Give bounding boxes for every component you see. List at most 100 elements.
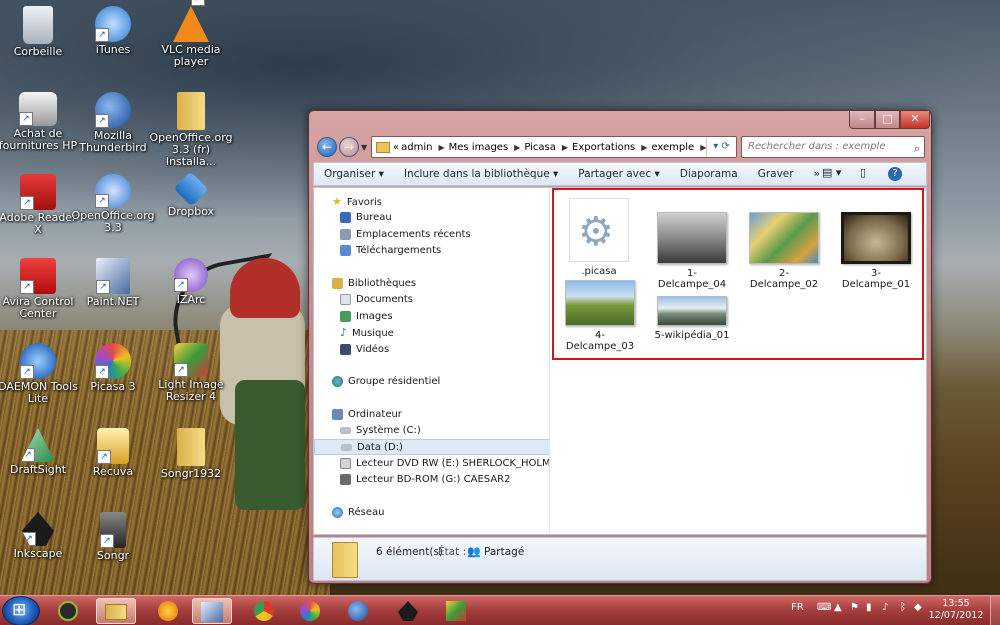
desktop-icon-thunderbird[interactable]: Mozilla Thunderbird	[70, 92, 156, 154]
desktop-icon-dropbox[interactable]: Dropbox	[148, 171, 234, 218]
slideshow-button[interactable]: Diaporama	[670, 168, 748, 180]
bluetooth-icon[interactable]: ᛒ	[900, 602, 906, 613]
file-item[interactable]: 3-Delcampe_01	[837, 212, 915, 290]
file-item[interactable]: .picasa	[560, 198, 638, 277]
volume-icon[interactable]: ♪	[882, 602, 888, 613]
desktop-icon-avira[interactable]: Avira Control Center	[0, 258, 81, 320]
taskbar-paintnet[interactable]	[192, 598, 232, 624]
nav-network[interactable]: Réseau	[314, 505, 549, 521]
action-center-flag-icon[interactable]: ⚑	[850, 602, 859, 613]
desktop-icon-izarc[interactable]: IZArc	[148, 258, 234, 306]
desktop-icon-openoffice[interactable]: OpenOffice.org 3.3	[70, 174, 156, 234]
show-desktop-button[interactable]	[990, 596, 1000, 625]
desktop-icon-inkscape[interactable]: Inkscape	[0, 512, 81, 560]
close-button[interactable]: ✕	[900, 111, 930, 129]
address-prefix[interactable]: «	[393, 142, 399, 153]
file-item[interactable]: 1-Delcampe_04	[653, 212, 731, 290]
search-input[interactable]: Rechercher dans : exemple ⌕	[741, 136, 925, 158]
desktop-icon-songr-folder[interactable]: Songr1932	[148, 428, 234, 480]
forward-button[interactable]: →	[339, 137, 359, 157]
network-signal-icon[interactable]: ▮	[866, 602, 872, 613]
chevron-right-icon[interactable]: ▶	[514, 143, 520, 152]
nav-downloads[interactable]: Téléchargements	[314, 243, 549, 259]
taskbar-chrome[interactable]	[244, 598, 284, 624]
explorer-window[interactable]: – □ ✕ ← → ▼ « admin ▶ Mes images ▶ Picas…	[308, 110, 932, 584]
taskbar-spotify[interactable]	[48, 598, 88, 624]
taskbar-light-image-resizer[interactable]	[436, 598, 476, 624]
file-item[interactable]: 4-Delcampe_03	[561, 280, 639, 352]
breadcrumb-exemple[interactable]: exemple	[651, 142, 694, 153]
back-button[interactable]: ←	[317, 137, 337, 157]
hp-printer-icon	[19, 92, 57, 126]
taskbar-explorer[interactable]	[96, 598, 136, 624]
desktop-icon-daemon[interactable]: DAEMON Tools Lite	[0, 343, 81, 405]
nav-music[interactable]: ♪ Musique	[314, 325, 549, 341]
search-icon[interactable]: ⌕	[914, 139, 920, 159]
nav-recent-places[interactable]: Emplacements récents	[314, 227, 549, 243]
desktop-icon-label: Adobe Reader X	[0, 211, 77, 236]
organize-button[interactable]: Organiser ▾	[314, 168, 394, 180]
desktop-icon-light-image-resizer[interactable]: Light Image Resizer 4	[148, 343, 234, 403]
nav-drive-c[interactable]: Système (C:)	[314, 423, 549, 439]
desktop-icon-recuva[interactable]: Recuva	[70, 428, 156, 478]
share-with-button[interactable]: Partager avec ▾	[568, 168, 669, 180]
dropbox-tray-icon[interactable]: ◆	[914, 602, 922, 613]
desktop-icon-songr[interactable]: Songr	[70, 512, 156, 562]
desktop-icon-openoffice-folder[interactable]: OpenOffice.org 3.3 (fr) Installa...	[148, 92, 234, 168]
nav-videos[interactable]: Vidéos	[314, 342, 549, 358]
help-icon[interactable]: ?	[888, 167, 902, 181]
breadcrumb-exportations[interactable]: Exportations	[572, 142, 635, 153]
breadcrumb-mes-images[interactable]: Mes images	[449, 142, 509, 153]
chevron-right-icon[interactable]: ▶	[641, 143, 647, 152]
thunderbird-icon	[348, 601, 368, 621]
nav-desktop[interactable]: Bureau	[314, 210, 549, 226]
recent-pages-dropdown[interactable]: ▼	[361, 143, 367, 152]
burn-button[interactable]: Graver	[748, 168, 804, 180]
desktop-icon-vlc[interactable]: VLC media player	[148, 0, 234, 68]
taskbar-picasa[interactable]	[290, 598, 330, 624]
file-item[interactable]: 5-wikipédia_01	[653, 296, 731, 341]
nav-drive-e[interactable]: Lecteur DVD RW (E:) SHERLOCK_HOLMES_VS_J	[314, 456, 549, 472]
chevron-right-icon[interactable]: ▶	[438, 143, 444, 152]
desktop-icon-label: Achat de fournitures HP	[0, 127, 78, 152]
breadcrumb-admin[interactable]: admin	[401, 142, 432, 153]
nav-computer[interactable]: Ordinateur	[314, 407, 549, 423]
desktop-icon-paintnet[interactable]: Paint.NET	[70, 258, 156, 308]
minimize-button[interactable]: –	[849, 111, 875, 129]
taskbar-media-player[interactable]	[148, 598, 188, 624]
nav-documents[interactable]: Documents	[314, 292, 549, 308]
refresh-button[interactable]: ▾ ⟳	[706, 137, 736, 157]
desktop-icon-itunes[interactable]: iTunes	[70, 6, 156, 56]
desktop-icon-label: OpenOffice.org 3.3	[71, 209, 155, 234]
language-indicator[interactable]: FR	[791, 602, 804, 613]
maximize-button[interactable]: □	[875, 111, 900, 129]
file-name: 3-Delcampe_01	[841, 268, 911, 290]
breadcrumb-picasa[interactable]: Picasa	[524, 142, 556, 153]
file-item[interactable]: 2-Delcampe_02	[745, 212, 823, 290]
start-button[interactable]	[2, 596, 40, 625]
address-bar[interactable]: « admin ▶ Mes images ▶ Picasa ▶ Exportat…	[371, 136, 737, 158]
desktop-icon-draftsight[interactable]: DraftSight	[0, 428, 81, 476]
include-in-library-button[interactable]: Inclure dans la bibliothèque ▾	[394, 168, 568, 180]
preview-pane-icon[interactable]: ▯	[860, 166, 866, 179]
nav-libraries[interactable]: Bibliothèques	[314, 276, 549, 292]
desktop-icon-recycle-bin[interactable]: Corbeille	[0, 6, 81, 58]
nav-drive-d[interactable]: Data (D:)	[314, 439, 549, 455]
arrow-left-icon: ←	[321, 140, 333, 154]
view-options-icon[interactable]: ▤ ▾	[822, 166, 841, 179]
desktop-icon-picasa[interactable]: Picasa 3	[70, 343, 156, 393]
nav-homegroup[interactable]: Groupe résidentiel	[314, 374, 549, 390]
clock[interactable]: 13:55 12/07/2012	[928, 598, 984, 622]
nav-images[interactable]: Images	[314, 309, 549, 325]
desktop-icon-hp[interactable]: Achat de fournitures HP	[0, 92, 81, 152]
image-thumbnail-icon	[749, 212, 819, 264]
show-hidden-icons-icon[interactable]: ▲	[834, 602, 842, 613]
taskbar-inkscape[interactable]	[388, 598, 428, 624]
taskbar-thunderbird[interactable]	[338, 598, 378, 624]
desktop-icon-adobe[interactable]: Adobe Reader X	[0, 174, 81, 236]
desktop-icon-label: Songr1932	[160, 467, 222, 480]
nav-favorites[interactable]: ★ Favoris	[314, 194, 549, 210]
chevron-right-icon[interactable]: ▶	[562, 143, 568, 152]
input-method-icon[interactable]: ⌨	[817, 602, 831, 613]
nav-drive-g[interactable]: Lecteur BD-ROM (G:) CAESAR2	[314, 472, 549, 488]
